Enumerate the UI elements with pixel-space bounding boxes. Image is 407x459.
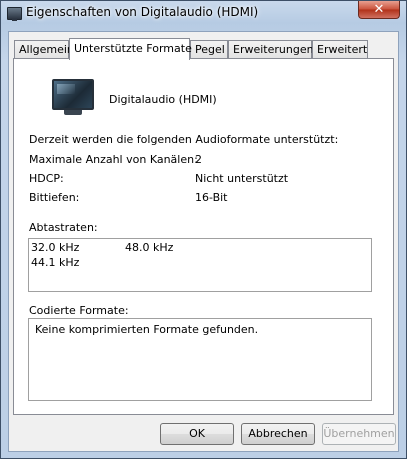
tab-panel-formats: Digitalaudio (HDMI) Derzeit werden die f… — [13, 58, 394, 415]
list-item: 48.0 kHz — [125, 241, 174, 254]
bitdepth-label: Bittiefen: — [29, 191, 80, 204]
encoded-formats-label: Codierte Formate: — [29, 304, 129, 317]
sample-rates-label: Abtastraten: — [29, 221, 98, 234]
bitdepth-value: 16-Bit — [195, 191, 228, 204]
dialog-client-area: Allgemein Unterstützte Formate Pegel Erw… — [8, 31, 399, 452]
list-item: 32.0 kHz — [31, 241, 80, 254]
tab-unterstuetzte-formate[interactable]: Unterstützte Formate — [69, 38, 192, 60]
channels-value: 2 — [195, 153, 202, 166]
formats-intro: Derzeit werden die folgenden Audioformat… — [29, 133, 339, 146]
window-title: Eigenschaften von Digitalaudio (HDMI) — [26, 5, 259, 19]
tab-allgemein[interactable]: Allgemein — [14, 40, 74, 58]
tab-erweiterungen[interactable]: Erweiterungen — [228, 40, 314, 58]
sample-rates-list[interactable]: 32.0 kHz 48.0 kHz 44.1 kHz — [28, 238, 372, 292]
hdcp-value: Nicht unterstützt — [195, 172, 289, 185]
list-item: 44.1 kHz — [31, 256, 80, 269]
tab-pegel[interactable]: Pegel — [190, 40, 228, 58]
channels-label: Maximale Anzahl von Kanälen: — [29, 153, 198, 166]
device-name: Digitalaudio (HDMI) — [109, 93, 217, 106]
speaker-icon — [7, 7, 22, 21]
monitor-icon — [52, 79, 94, 117]
properties-window: Eigenschaften von Digitalaudio (HDMI) ✕ … — [0, 0, 407, 459]
hdcp-label: HDCP: — [29, 172, 64, 185]
encoded-formats-text: Keine komprimierten Formate gefunden. — [35, 323, 259, 336]
title-bar[interactable]: Eigenschaften von Digitalaudio (HDMI) ✕ — [1, 1, 406, 25]
ok-button[interactable]: OK — [160, 423, 234, 445]
encoded-formats-box[interactable]: Keine komprimierten Formate gefunden. — [28, 318, 372, 401]
tab-erweitert[interactable]: Erweitert — [312, 40, 368, 58]
close-button[interactable]: ✕ — [358, 1, 400, 19]
cancel-button[interactable]: Abbrechen — [241, 423, 315, 445]
apply-button[interactable]: Übernehmen — [322, 423, 396, 445]
